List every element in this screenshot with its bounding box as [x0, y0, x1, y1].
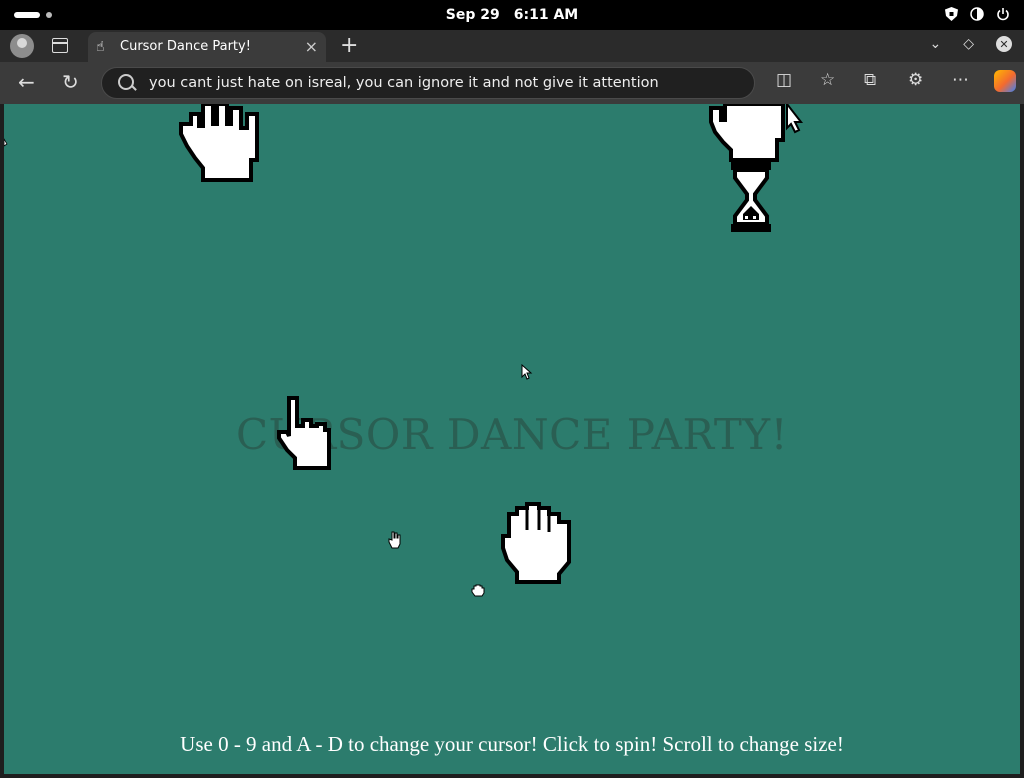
clock[interactable]: Sep 29 6:11 AM: [0, 7, 1024, 23]
tab-list-chevron-icon[interactable]: ⌄: [929, 36, 941, 52]
small-grab-cursor: [471, 584, 485, 597]
tab-strip: ☝ Cursor Dance Party! × + ⌄ ◇ ✕: [0, 30, 1024, 62]
open-hand-cursor: [709, 104, 804, 162]
arrow-cursor: [521, 364, 533, 380]
grab-hand-cursor: [501, 502, 571, 584]
collections-icon[interactable]: ⧉: [864, 70, 876, 90]
tab-cursor-dance-party[interactable]: ☝ Cursor Dance Party! ×: [88, 32, 326, 62]
tab-strip-controls: ⌄ ◇ ✕: [929, 36, 1012, 52]
back-icon[interactable]: ←: [18, 71, 35, 93]
browser-toolbar: ← ↻ you cant just hate on isreal, you ca…: [0, 62, 1024, 104]
address-bar[interactable]: you cant just hate on isreal, you can ig…: [101, 67, 755, 99]
diamond-icon[interactable]: ◇: [963, 36, 974, 52]
more-icon[interactable]: ⋯: [952, 70, 969, 90]
tab-title: Cursor Dance Party!: [120, 39, 251, 54]
page-title: CURSOR DANCE PARTY!: [236, 410, 788, 459]
clock-time: 6:11 AM: [513, 7, 579, 23]
window-close-icon[interactable]: ✕: [996, 36, 1012, 52]
extensions-icon[interactable]: ⚙: [908, 70, 923, 90]
search-icon: [118, 74, 134, 90]
tab-actions-icon[interactable]: [52, 38, 68, 53]
split-screen-icon[interactable]: ◫: [776, 70, 792, 90]
pointing-hand-cursor: [277, 396, 331, 470]
volume-icon[interactable]: [970, 7, 984, 21]
reload-icon[interactable]: ↻: [62, 71, 79, 93]
open-hand-cursor: [179, 104, 259, 182]
new-tab-button[interactable]: +: [340, 33, 358, 58]
os-top-bar: Sep 29 6:11 AM: [0, 0, 1024, 30]
instructions-text: Use 0 - 9 and A - D to change your curso…: [180, 732, 844, 756]
hand-cursor-icon: ☝: [96, 39, 105, 55]
edge-arrow-cursor: [4, 138, 8, 147]
clock-date: Sep 29: [445, 7, 500, 23]
close-icon[interactable]: ×: [305, 37, 318, 56]
toolbar-actions: ◫ ☆ ⧉ ⚙ ⋯: [764, 70, 1024, 96]
system-tray[interactable]: [944, 7, 1010, 21]
shield-icon[interactable]: [944, 7, 958, 21]
power-icon[interactable]: [996, 7, 1010, 21]
hourglass-cursor: [731, 162, 771, 232]
favorites-icon[interactable]: ☆: [820, 70, 835, 90]
page-canvas[interactable]: CURSOR DANCE PARTY! Use 0 - 9 and A - D …: [4, 104, 1020, 774]
copilot-icon[interactable]: [994, 70, 1016, 92]
address-text[interactable]: you cant just hate on isreal, you can ig…: [149, 75, 659, 91]
profile-avatar[interactable]: [10, 34, 34, 58]
small-hand-cursor: [388, 531, 401, 549]
